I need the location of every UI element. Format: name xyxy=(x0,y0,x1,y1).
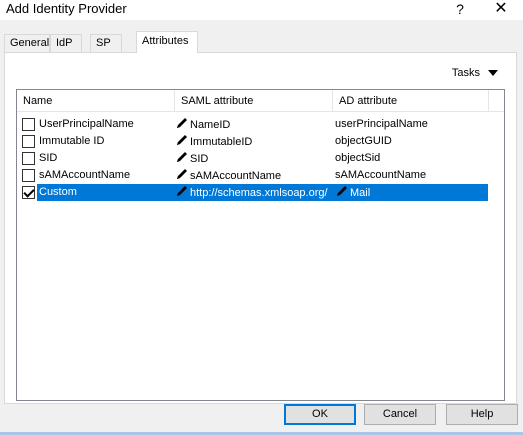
table-row[interactable]: SID SID objectSid xyxy=(17,150,504,167)
cell-ad-attribute[interactable]: Mail xyxy=(335,184,485,201)
cell-name: sAMAccountName xyxy=(39,169,131,181)
cell-name: Custom xyxy=(39,186,77,198)
saml-attribute-text: NameID xyxy=(190,119,231,131)
pencil-icon xyxy=(335,186,350,199)
tasks-menu[interactable]: Tasks xyxy=(452,67,498,79)
ad-attribute-text: objectGUID xyxy=(335,135,392,147)
row-checkbox[interactable] xyxy=(22,118,35,131)
saml-attribute-text: http://schemas.xmlsoap.org/ xyxy=(190,187,328,199)
cell-saml-attribute[interactable]: http://schemas.xmlsoap.org/ xyxy=(175,184,333,201)
attributes-list[interactable]: Name SAML attribute AD attribute UserPri… xyxy=(16,89,505,401)
list-header: Name SAML attribute AD attribute xyxy=(17,90,504,112)
cancel-button[interactable]: Cancel xyxy=(364,404,436,425)
pencil-icon xyxy=(175,186,190,199)
cell-saml-attribute[interactable]: SID xyxy=(175,150,333,167)
tab-general[interactable]: General xyxy=(4,34,50,52)
row-checkbox[interactable] xyxy=(22,135,35,148)
help-title-button[interactable]: ? xyxy=(450,0,470,18)
ad-attribute-text: userPrincipalName xyxy=(335,118,428,130)
ok-button[interactable]: OK xyxy=(284,404,356,425)
tasks-label: Tasks xyxy=(451,67,480,79)
cell-name: Immutable ID xyxy=(39,135,105,147)
saml-attribute-text: SID xyxy=(190,153,209,165)
pencil-icon xyxy=(175,135,190,148)
cell-name: SID xyxy=(39,152,58,164)
row-checkbox[interactable] xyxy=(22,169,35,182)
row-checkbox[interactable] xyxy=(22,186,35,199)
dialog-body: General IdP SP Attributes Tasks Name SAM… xyxy=(0,20,523,435)
table-row[interactable]: UserPrincipalName NameID userPrincipalName xyxy=(17,116,504,133)
pencil-icon xyxy=(175,169,190,182)
pencil-icon xyxy=(175,118,190,131)
dropdown-arrow-icon xyxy=(488,70,498,77)
cell-ad-attribute[interactable]: sAMAccountName xyxy=(335,167,485,184)
column-header-saml[interactable]: SAML attribute xyxy=(175,90,333,112)
saml-attribute-text: ImmutableID xyxy=(190,136,253,148)
column-header-ad[interactable]: AD attribute xyxy=(333,90,489,112)
ad-attribute-text: objectSid xyxy=(335,152,381,164)
ad-attribute-text: sAMAccountName xyxy=(335,169,427,181)
pencil-icon xyxy=(175,152,190,165)
window-title: Add Identity Provider xyxy=(6,1,127,16)
column-header-name[interactable]: Name xyxy=(17,90,175,112)
attributes-panel: Tasks Name SAML attribute AD attribute U… xyxy=(4,52,517,404)
close-button[interactable]: ✕ xyxy=(489,0,513,18)
cell-name: UserPrincipalName xyxy=(39,118,134,130)
tab-attributes[interactable]: Attributes xyxy=(136,31,198,53)
table-row[interactable]: Immutable ID ImmutableID objectGUID xyxy=(17,133,504,150)
cell-saml-attribute[interactable]: NameID xyxy=(175,116,333,133)
tab-strip: General IdP SP Attributes xyxy=(4,31,519,53)
row-checkbox[interactable] xyxy=(22,152,35,165)
cell-ad-attribute[interactable]: objectGUID xyxy=(335,133,485,150)
title-bar: Add Identity Provider ? ✕ xyxy=(0,0,523,20)
table-row[interactable]: Custom http://schemas.xmlsoap.org/Mail xyxy=(17,184,504,201)
tab-sp[interactable]: SP xyxy=(90,34,122,52)
saml-attribute-text: sAMAccountName xyxy=(190,170,282,182)
cell-ad-attribute[interactable]: objectSid xyxy=(335,150,485,167)
ad-attribute-text: Mail xyxy=(350,187,371,199)
cell-saml-attribute[interactable]: ImmutableID xyxy=(175,133,333,150)
cell-saml-attribute[interactable]: sAMAccountName xyxy=(175,167,333,184)
help-button[interactable]: Help xyxy=(446,404,518,425)
cell-ad-attribute[interactable]: userPrincipalName xyxy=(335,116,485,133)
tab-idp[interactable]: IdP xyxy=(50,34,82,52)
table-row[interactable]: sAMAccountName sAMAccountName sAMAccountNa… xyxy=(17,167,504,184)
